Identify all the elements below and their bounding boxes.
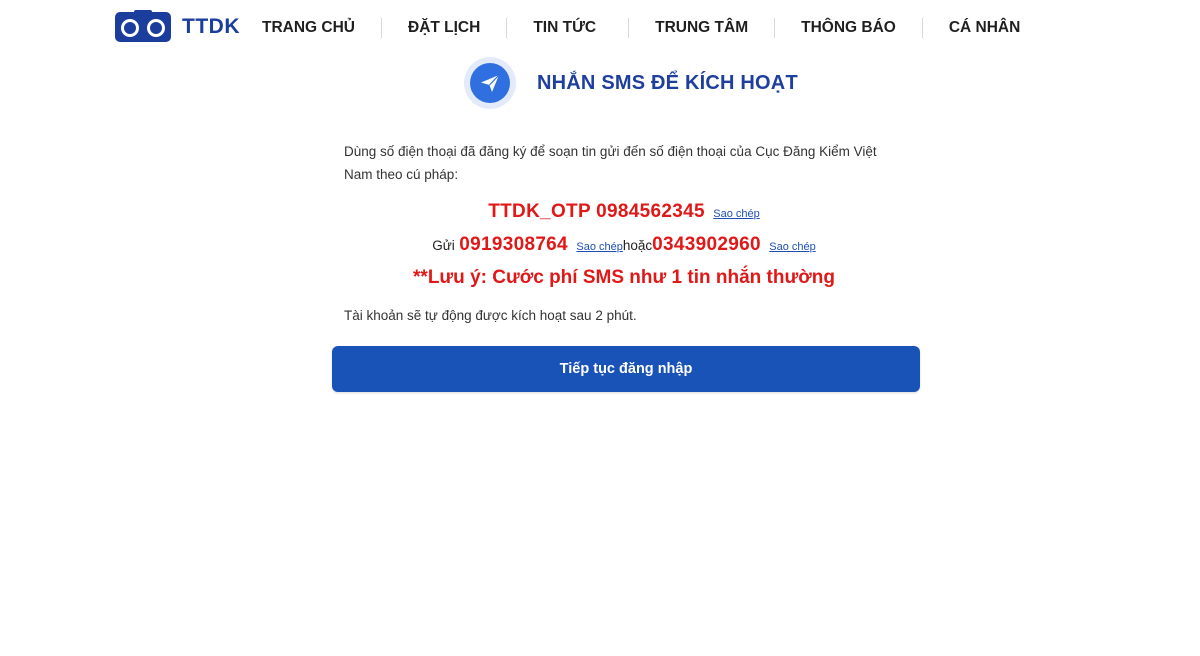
copy-phone-2-link[interactable]: Sao chép [769,241,815,253]
sms-instructions: Dùng số điện thoại đã đăng ký để soạn ti… [344,140,904,326]
or-label: hoặc [622,238,653,253]
logo[interactable]: TTDK [114,10,240,44]
copy-phone-1-link[interactable]: Sao chép [576,241,622,253]
send-to-row: Gửi 0919308764 Sao chéphoặc0343902960 Sa… [344,233,904,259]
page-heading: NHẮN SMS ĐỂ KÍCH HOẠT [463,56,798,110]
instructions-text: Dùng số điện thoại đã đăng ký để soạn ti… [344,144,877,182]
nav-item-ca-nhan[interactable]: CÁ NHÂN [923,14,1046,42]
phone-number-1: 0919308764 [459,234,568,255]
page-title: NHẮN SMS ĐỂ KÍCH HOẠT [537,71,798,94]
phone-number-2: 0343902960 [652,234,761,255]
top-navbar: TTDK TRANG CHỦ ĐẶT LỊCH TIN TỨC TRUNG TÂ… [0,0,1200,56]
logo-text: TTDK [182,15,240,38]
nav-item-tin-tuc[interactable]: TIN TỨC [507,14,628,42]
nav-item-thong-bao[interactable]: THÔNG BÁO [775,14,922,42]
activation-text: Tài khoản sẽ tự động được kích hoạt sau … [344,308,637,323]
syntax-row: TTDK_OTP 0984562345 Sao chép [344,200,904,226]
nav-item-trang-chu[interactable]: TRANG CHỦ [236,14,381,42]
goggles-logo-icon [115,10,171,42]
copy-syntax-link[interactable]: Sao chép [713,208,759,220]
send-label: Gửi [432,238,455,253]
sms-syntax: TTDK_OTP 0984562345 [488,201,705,222]
main-nav: TRANG CHỦ ĐẶT LỊCH TIN TỨC TRUNG TÂM THÔ… [236,14,1046,42]
send-icon [464,57,516,109]
page: TTDK TRANG CHỦ ĐẶT LỊCH TIN TỨC TRUNG TÂ… [0,0,1200,656]
continue-login-button[interactable]: Tiếp tục đăng nhập [332,346,920,392]
sms-fee-note: **Lưu ý: Cước phí SMS như 1 tin nhắn thư… [413,267,835,288]
nav-item-trung-tam[interactable]: TRUNG TÂM [629,14,774,42]
nav-item-dat-lich[interactable]: ĐẶT LỊCH [382,14,506,42]
